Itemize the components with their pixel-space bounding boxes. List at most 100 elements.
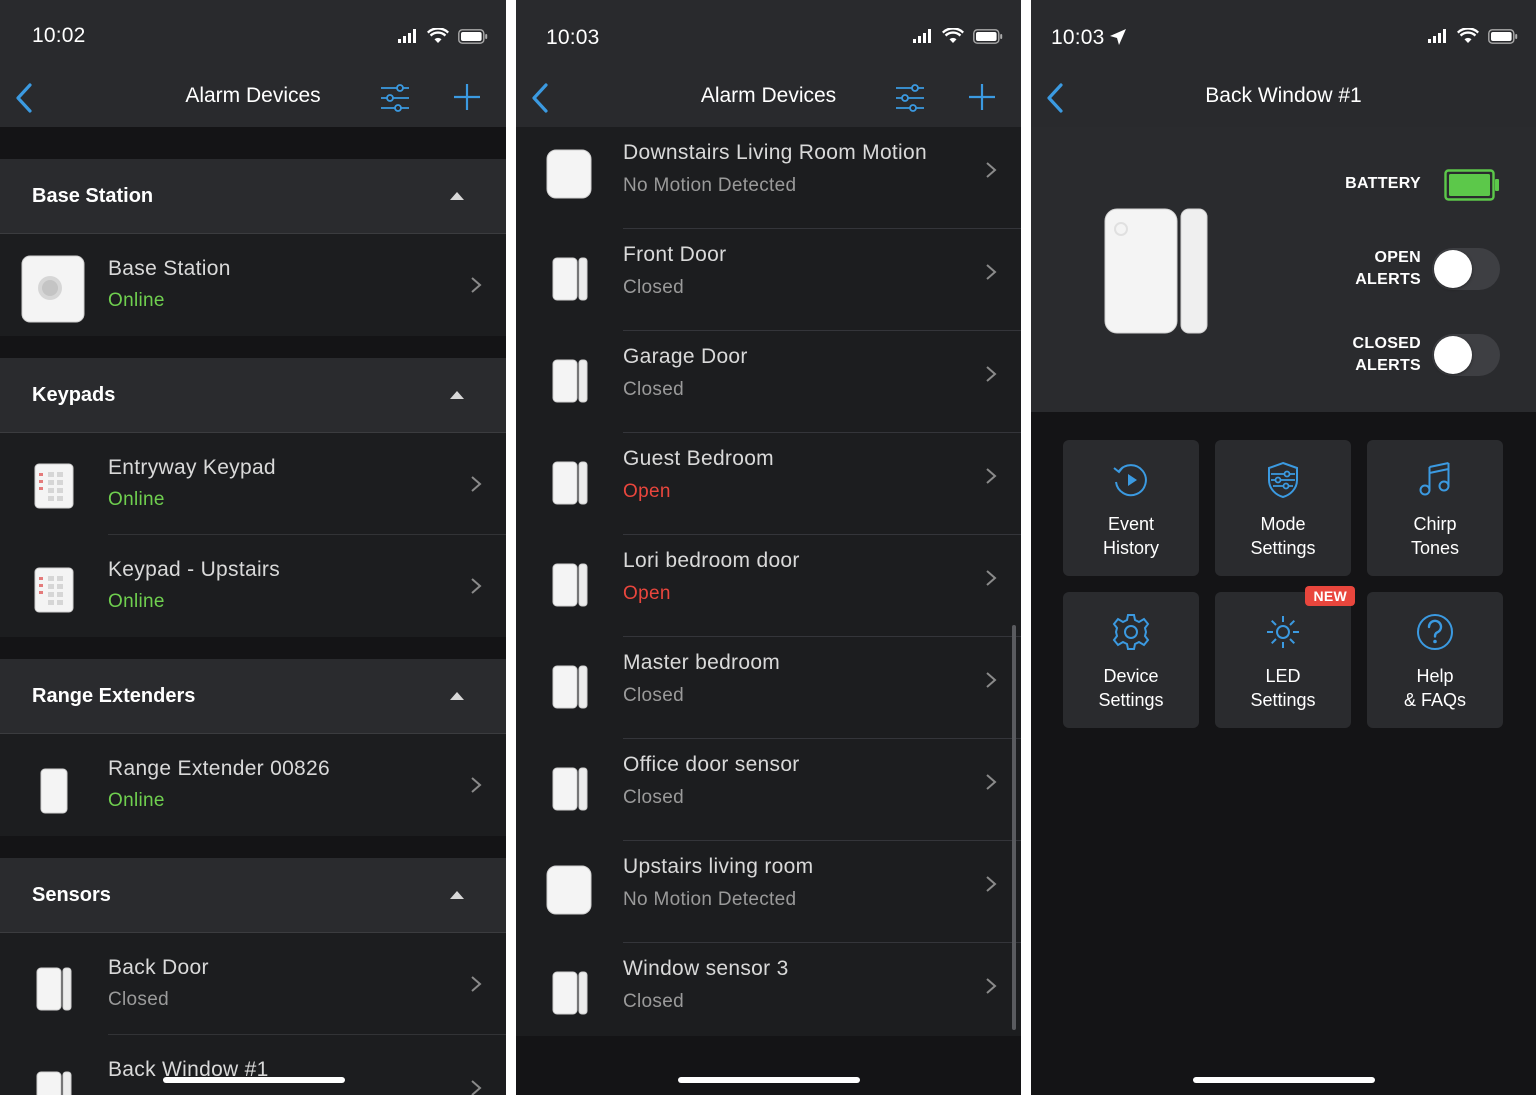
device-name: Garage Door	[623, 345, 748, 368]
device-row[interactable]: Master bedroom Closed	[516, 637, 1021, 739]
tile-label: Device Settings	[1063, 664, 1199, 712]
chevron-right-icon	[986, 978, 997, 994]
device-row-base-station[interactable]: Base Station Online	[0, 234, 506, 336]
contact-sensor-icon	[552, 665, 588, 709]
cellular-signal-icon	[913, 29, 931, 43]
device-row[interactable]: Lori bedroom door Open	[516, 535, 1021, 637]
tile-label-line1: Event	[1107, 514, 1155, 534]
device-row-keypad-upstairs[interactable]: Keypad - Upstairs Online	[0, 535, 506, 637]
collapse-caret-icon[interactable]	[450, 192, 464, 200]
status-icons	[1428, 28, 1518, 44]
contact-sensor-icon	[552, 971, 588, 1015]
filter-sliders-icon[interactable]	[380, 84, 410, 112]
nav-bar: Back Window #1	[1031, 70, 1536, 127]
tile-label: Mode Settings	[1215, 512, 1351, 560]
contact-sensor-icon	[552, 461, 588, 505]
device-row-range-extender[interactable]: Range Extender 00826 Online	[0, 734, 506, 836]
sensor-list: Downstairs Living Room Motion No Motion …	[516, 127, 1021, 1045]
event-history-tile[interactable]: Event History	[1063, 440, 1199, 576]
chevron-right-icon	[471, 976, 482, 992]
device-status: Open	[623, 481, 671, 502]
status-time-text: 10:03	[1051, 26, 1105, 49]
device-status: Closed	[623, 787, 684, 808]
chirp-tones-tile[interactable]: Chirp Tones	[1367, 440, 1503, 576]
collapse-caret-icon[interactable]	[450, 692, 464, 700]
section-header-sensors[interactable]: Sensors	[0, 858, 506, 933]
chevron-right-icon	[471, 476, 482, 492]
tile-label-line2: Settings	[1098, 690, 1164, 710]
device-row[interactable]: Downstairs Living Room Motion No Motion …	[516, 127, 1021, 229]
closed-alerts-label-line2: ALERTS	[1355, 357, 1421, 374]
settings-tiles: Event History Mode Settings Chirp Tones Dev…	[1031, 412, 1536, 1095]
location-arrow-icon	[1109, 29, 1126, 45]
music-note-icon	[1419, 462, 1450, 496]
section-spacer	[0, 127, 506, 159]
device-row[interactable]: Office door sensor Closed	[516, 739, 1021, 841]
device-row[interactable]: Upstairs living room No Motion Detected	[516, 841, 1021, 943]
device-row[interactable]: Garage Door Closed	[516, 331, 1021, 433]
status-bar: 10:03	[516, 0, 1021, 70]
open-alerts-label-line2: ALERTS	[1355, 271, 1421, 288]
collapse-caret-icon[interactable]	[450, 391, 464, 399]
tile-label-line1: Help	[1416, 666, 1454, 686]
section-spacer	[0, 836, 506, 858]
section-title: Range Extenders	[32, 685, 196, 707]
home-indicator[interactable]	[163, 1077, 345, 1083]
section-header-keypads[interactable]: Keypads	[0, 358, 506, 433]
device-battery-icon	[1444, 169, 1499, 201]
add-device-plus-icon[interactable]	[452, 82, 482, 112]
page-title: Alarm Devices	[185, 84, 321, 107]
device-row-entryway-keypad[interactable]: Entryway Keypad Online	[0, 433, 506, 535]
toggle-knob	[1434, 336, 1472, 374]
led-settings-tile[interactable]: NEW LED Settings	[1215, 586, 1355, 728]
motion-sensor-icon	[546, 865, 592, 915]
collapse-caret-icon[interactable]	[450, 891, 464, 899]
filter-sliders-icon[interactable]	[895, 84, 925, 112]
chevron-right-icon	[986, 876, 997, 892]
alarm-devices-screen-2: 10:03 Alarm Devices Downstairs Living Ro…	[516, 0, 1021, 1095]
tile-label-line1: Chirp	[1413, 514, 1457, 534]
scrollbar[interactable]	[1012, 625, 1016, 1030]
open-alerts-toggle[interactable]	[1432, 248, 1500, 290]
device-hero: BATTERY OPEN ALERTS CLOSED ALERTS	[1031, 127, 1536, 412]
device-name: Upstairs living room	[623, 855, 814, 878]
device-row[interactable]: Guest Bedroom Open	[516, 433, 1021, 535]
tile-label-line2: Tones	[1410, 538, 1460, 558]
mode-settings-tile[interactable]: Mode Settings	[1215, 440, 1351, 576]
tile-label: Chirp Tones	[1367, 512, 1503, 560]
device-status: Online	[108, 489, 165, 510]
chevron-right-icon	[986, 264, 997, 280]
section-header-base-station[interactable]: Base Station	[0, 159, 506, 234]
tile-label-line2: & FAQs	[1403, 690, 1466, 710]
device-row[interactable]: Front Door Closed	[516, 229, 1021, 331]
contact-sensor-icon	[552, 257, 588, 301]
home-indicator[interactable]	[1192, 1077, 1375, 1083]
home-indicator[interactable]	[677, 1077, 860, 1083]
section-spacer	[0, 336, 506, 358]
add-device-plus-icon[interactable]	[967, 82, 997, 112]
chevron-right-icon	[986, 672, 997, 688]
wifi-icon	[427, 28, 449, 43]
section-title: Base Station	[32, 185, 154, 207]
device-name: Base Station	[108, 257, 231, 280]
closed-alerts-label: CLOSED ALERTS	[1353, 333, 1421, 377]
status-time: 10:03	[1051, 26, 1127, 50]
device-status: Closed	[108, 989, 169, 1010]
device-row[interactable]: Window sensor 3 Closed	[516, 943, 1021, 1045]
device-row-back-door[interactable]: Back Door Closed	[0, 933, 506, 1035]
nav-bar: Alarm Devices	[516, 70, 1021, 127]
device-name: Front Door	[623, 243, 727, 266]
device-status: No Motion Detected	[623, 889, 797, 910]
device-status: Online	[108, 290, 165, 311]
motion-sensor-icon	[546, 149, 592, 199]
section-title: Keypads	[32, 384, 116, 406]
device-row-back-window[interactable]: Back Window #1	[0, 1035, 506, 1095]
tile-label: LED Settings	[1215, 664, 1351, 712]
chevron-right-icon	[471, 277, 482, 293]
status-bar: 10:03	[1031, 0, 1536, 70]
closed-alerts-toggle[interactable]	[1432, 334, 1500, 376]
list-footer	[516, 1036, 1021, 1095]
section-header-range-extenders[interactable]: Range Extenders	[0, 659, 506, 734]
device-settings-tile[interactable]: Device Settings	[1063, 592, 1199, 728]
help-faqs-tile[interactable]: Help & FAQs	[1367, 592, 1503, 728]
